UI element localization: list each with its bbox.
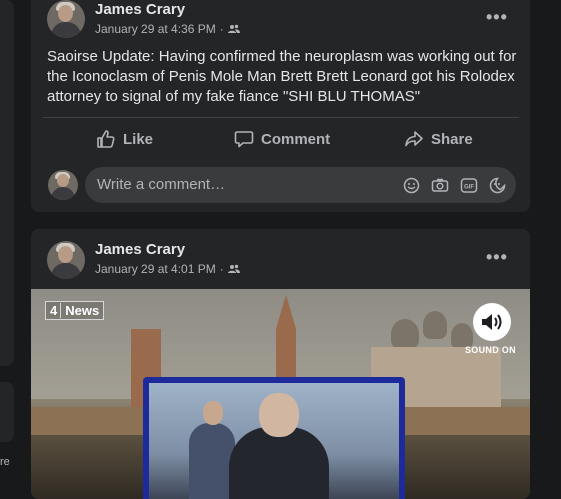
comment-input[interactable]: Write a comment… GIF bbox=[85, 167, 516, 203]
author-avatar[interactable] bbox=[47, 0, 85, 38]
camera-icon[interactable] bbox=[431, 177, 449, 194]
thumbs-up-icon bbox=[97, 130, 115, 148]
post-text: Saoirse Update: Having confirmed the neu… bbox=[47, 48, 517, 105]
gif-icon[interactable]: GIF bbox=[460, 177, 478, 194]
meta-separator: · bbox=[219, 262, 224, 276]
channel-name: News bbox=[65, 303, 100, 318]
feed-post: James Crary January 29 at 4:36 PM · ••• … bbox=[31, 0, 530, 212]
video-scene-dome bbox=[423, 311, 447, 339]
comment-label: Comment bbox=[261, 130, 331, 148]
channel-logo: 4 News bbox=[45, 301, 105, 320]
friends-icon bbox=[227, 264, 240, 273]
like-button[interactable]: Like bbox=[96, 129, 153, 149]
author-name[interactable]: James Crary bbox=[95, 241, 185, 258]
left-column-card-bottom bbox=[0, 382, 14, 442]
comment-placeholder: Write a comment… bbox=[97, 176, 226, 193]
commenter-avatar[interactable] bbox=[48, 170, 78, 200]
feed-post: James Crary January 29 at 4:01 PM · ••• … bbox=[31, 229, 530, 499]
comment-button[interactable]: Comment bbox=[234, 129, 330, 149]
share-button[interactable]: Share bbox=[404, 129, 473, 149]
post-timestamp[interactable]: January 29 at 4:01 PM bbox=[95, 262, 216, 276]
post-meta: January 29 at 4:36 PM · bbox=[95, 22, 240, 36]
post-meta: January 29 at 4:01 PM · bbox=[95, 262, 240, 276]
video-scene-tv-screen bbox=[143, 377, 405, 499]
share-label: Share bbox=[431, 130, 473, 148]
video-scene-dome bbox=[391, 319, 419, 349]
share-icon bbox=[405, 131, 423, 147]
comment-icon bbox=[234, 131, 254, 148]
more-options-button[interactable]: ••• bbox=[486, 247, 508, 268]
sound-on-button[interactable] bbox=[473, 303, 511, 341]
channel-number: 4 bbox=[50, 303, 62, 318]
emoji-icon[interactable] bbox=[403, 177, 420, 194]
left-column-card-top bbox=[0, 0, 14, 366]
author-avatar[interactable] bbox=[47, 241, 85, 279]
more-options-button[interactable]: ••• bbox=[486, 7, 508, 28]
friends-icon bbox=[227, 24, 240, 33]
like-label: Like bbox=[123, 130, 154, 148]
post-timestamp[interactable]: January 29 at 4:36 PM bbox=[95, 22, 216, 36]
sticker-icon[interactable] bbox=[489, 177, 506, 194]
author-name[interactable]: James Crary bbox=[95, 1, 185, 18]
svg-text:GIF: GIF bbox=[464, 185, 474, 191]
speaker-icon bbox=[482, 314, 502, 330]
divider bbox=[43, 117, 519, 118]
meta-separator: · bbox=[219, 22, 224, 36]
video-player[interactable]: 4 News SOUND ON bbox=[31, 289, 530, 499]
left-column-text: re bbox=[0, 456, 10, 468]
sound-on-label: SOUND ON bbox=[465, 345, 516, 355]
